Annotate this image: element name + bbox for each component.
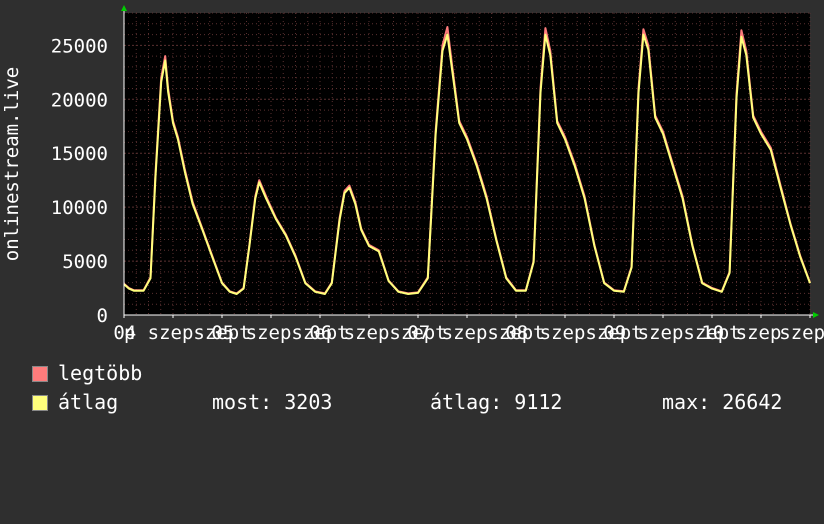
x-tick-label: szep	[779, 322, 824, 344]
y-tick-label: 20000	[51, 89, 108, 111]
legend-label-max: legtöbb	[58, 361, 143, 385]
y-tick-label: 5000	[62, 251, 108, 273]
y-tick-labels: 0 5000 10000 15000 20000 25000	[51, 35, 108, 327]
x-tick-label: szept	[487, 322, 544, 344]
x-tick-label: szept	[683, 322, 740, 344]
legend-label-avg: átlag	[58, 390, 119, 414]
y-tick-label: 25000	[51, 35, 108, 57]
x-tick-labels: p04 szep 05 szep 06 szep 07 szep 08 szep 09 s…	[113, 322, 824, 344]
stat-avg: átlag: 9112	[430, 390, 563, 414]
x-tick-label: szept	[389, 322, 446, 344]
x-tick-label: szept	[193, 322, 250, 344]
legend-swatch-avg	[32, 395, 48, 411]
x-axis-arrow	[813, 312, 819, 318]
line-chart: 0 5000 10000 15000 20000 25000 p04 szep 05 sze…	[1, 5, 824, 344]
stat-now: most: 3203	[212, 390, 333, 414]
y-tick-label: 10000	[51, 197, 108, 219]
legend-row-avg: átlag most: 3203 átlag: 9112 max: 26642	[32, 391, 812, 413]
y-tick-label: 15000	[51, 143, 108, 165]
x-tick-label: szept	[291, 322, 348, 344]
y-axis-arrow	[121, 5, 127, 11]
y-tick-label: 0	[97, 305, 108, 327]
stat-max: max: 26642	[662, 390, 783, 414]
y-axis-label: onlinestream.live	[1, 67, 23, 261]
x-tick-label: 04 szep	[113, 322, 193, 344]
x-tick-label: szept	[585, 322, 642, 344]
legend-swatch-max	[32, 366, 48, 382]
legend-row-max: legtöbb	[32, 362, 142, 384]
